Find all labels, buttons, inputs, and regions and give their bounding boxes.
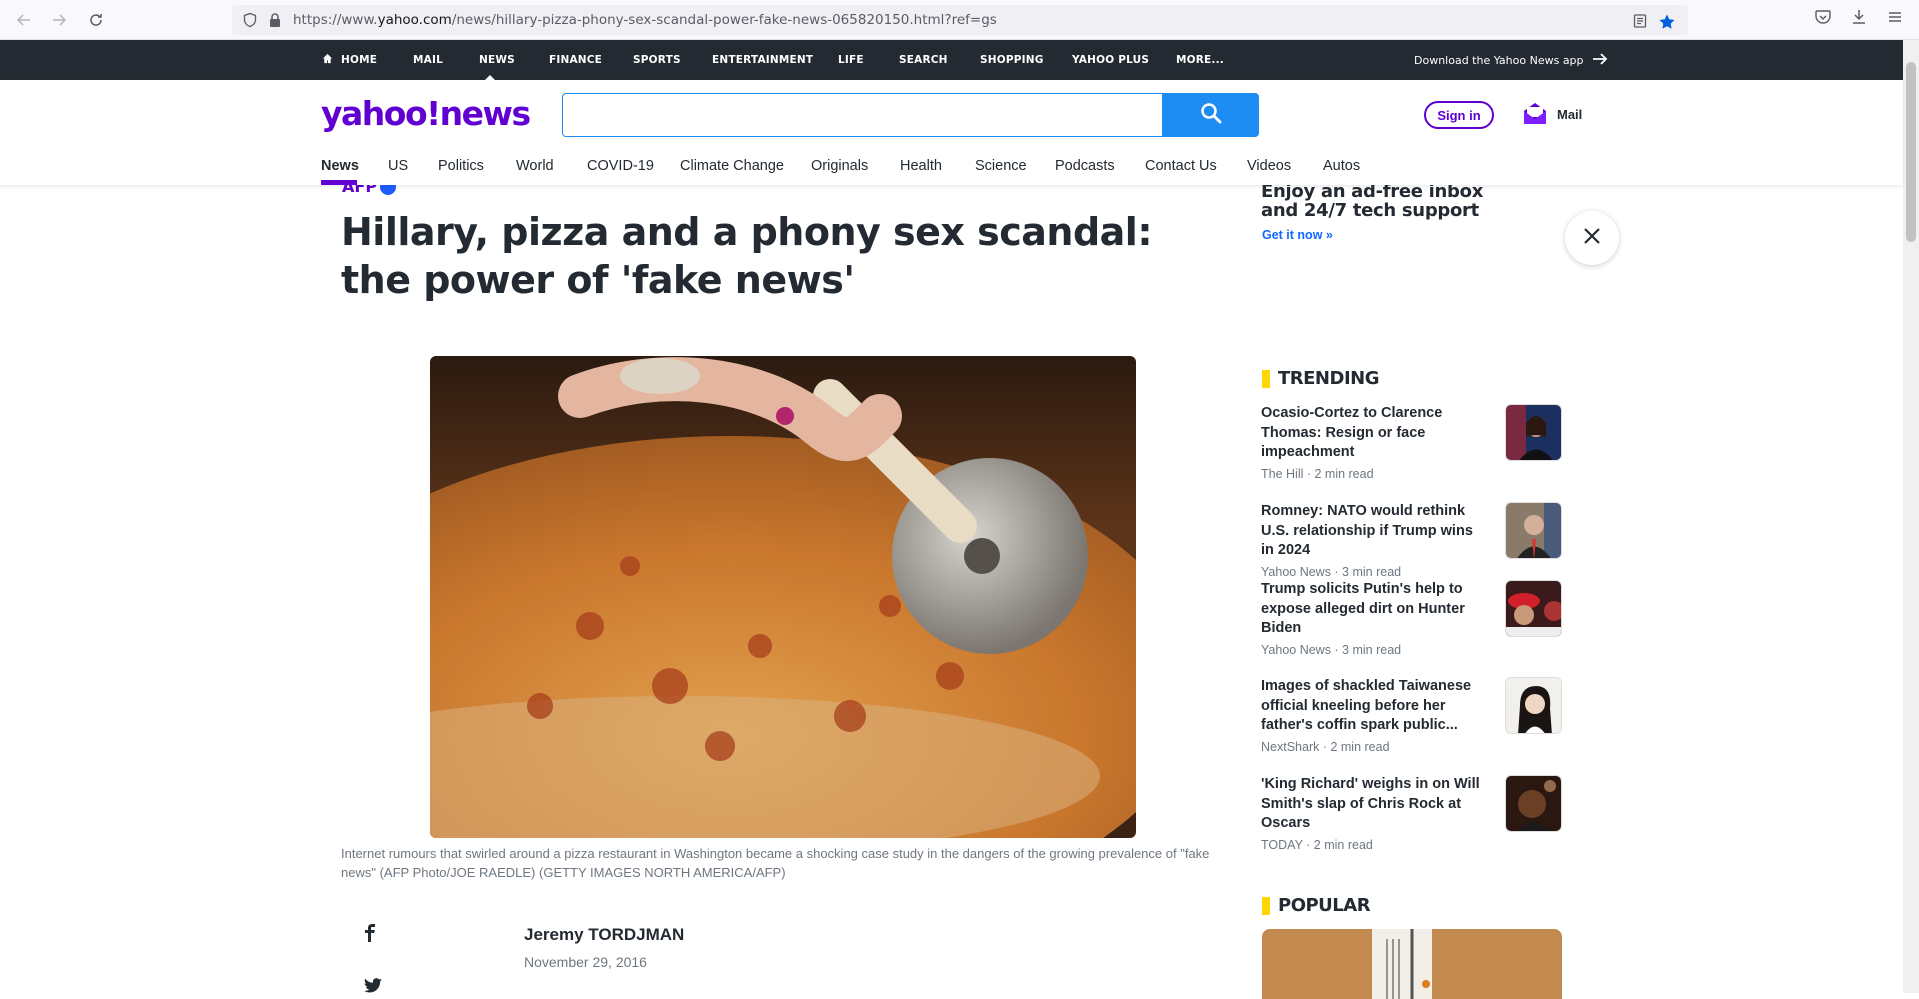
sign-in-button[interactable]: Sign in: [1424, 101, 1494, 129]
url-text: https://www.yahoo.com/news/hillary-pizza…: [293, 12, 997, 28]
popular-label: POPULAR: [1278, 895, 1371, 916]
trending-title[interactable]: Romney: NATO would rethink U.S. relation…: [1261, 502, 1483, 561]
popular-header: POPULAR: [1262, 895, 1371, 916]
page-scrollbar[interactable]: [1903, 40, 1919, 993]
trending-thumbnail[interactable]: [1505, 775, 1562, 832]
topnav-mail[interactable]: MAIL: [413, 54, 443, 66]
downloads-icon[interactable]: [1850, 8, 1868, 31]
trending-title[interactable]: 'King Richard' weighs in on Will Smith's…: [1261, 775, 1483, 834]
subnav-world[interactable]: World: [516, 158, 554, 174]
mail-icon[interactable]: [1522, 102, 1548, 131]
trending-title[interactable]: Images of shackled Taiwanese official kn…: [1261, 677, 1483, 736]
trending-meta: TODAY · 2 min read: [1261, 837, 1373, 852]
topnav-search[interactable]: SEARCH: [899, 54, 948, 66]
facebook-icon[interactable]: [364, 924, 376, 947]
publish-date: November 29, 2016: [524, 954, 647, 970]
arrow-right-icon: [1592, 53, 1608, 68]
subnav-politics[interactable]: Politics: [438, 158, 484, 174]
ad-cta-link[interactable]: Get it now »: [1262, 228, 1333, 242]
trending-meta: Yahoo News · 3 min read: [1261, 564, 1402, 579]
topnav-shopping[interactable]: SHOPPING: [980, 54, 1044, 66]
trending-thumbnail[interactable]: [1505, 677, 1562, 734]
search-input[interactable]: [562, 93, 1163, 137]
browser-toolbar: https://www.yahoo.com/news/hillary-pizza…: [0, 0, 1919, 40]
popular-story-image[interactable]: [1262, 929, 1562, 999]
subnav-news[interactable]: News: [321, 158, 359, 174]
yahoo-news-logo[interactable]: yahoo!news: [321, 94, 531, 133]
download-app-link[interactable]: Download the Yahoo News app: [1414, 53, 1608, 68]
pocket-icon[interactable]: [1814, 8, 1832, 31]
subnav-autos[interactable]: Autos: [1323, 158, 1360, 174]
trending-meta: Yahoo News · 3 min read: [1261, 642, 1402, 657]
site-header: yahoo!news Sign in Mail News US Politics…: [0, 80, 1903, 185]
lock-icon[interactable]: [268, 12, 282, 33]
trending-title[interactable]: Trump solicits Putin's help to expose al…: [1261, 580, 1483, 639]
subnav-covid-19[interactable]: COVID-19: [587, 158, 654, 174]
scrollbar-thumb[interactable]: [1906, 62, 1916, 242]
bookmark-star-icon[interactable]: [1658, 13, 1676, 36]
topnav-home[interactable]: HOME: [341, 54, 377, 66]
subnav-originals[interactable]: Originals: [811, 158, 868, 174]
download-app-label: Download the Yahoo News app: [1414, 54, 1584, 67]
section-accent-bar: [1262, 369, 1270, 388]
trending-item[interactable]: Ocasio-Cortez to Clarence Thomas: Resign…: [1261, 404, 1563, 481]
home-icon[interactable]: [322, 53, 333, 67]
section-accent-bar: [1262, 896, 1270, 915]
search-icon: [1200, 102, 1222, 129]
search-button[interactable]: [1162, 93, 1259, 137]
reader-view-icon[interactable]: [1632, 13, 1648, 34]
reload-icon[interactable]: [84, 8, 108, 32]
trending-meta: NextShark · 2 min read: [1261, 739, 1390, 754]
address-bar[interactable]: https://www.yahoo.com/news/hillary-pizza…: [232, 5, 1688, 35]
close-icon: [1583, 227, 1601, 250]
mail-link[interactable]: Mail: [1557, 107, 1582, 122]
tracking-shield-icon[interactable]: [242, 12, 258, 33]
trending-item[interactable]: Romney: NATO would rethink U.S. relation…: [1261, 502, 1563, 579]
topnav-sports[interactable]: SPORTS: [633, 54, 681, 66]
trending-label: TRENDING: [1278, 368, 1379, 389]
trending-meta: The Hill · 2 min read: [1261, 466, 1374, 481]
topnav-entertainment[interactable]: ENTERTAINMENT: [712, 54, 813, 66]
ad-headline[interactable]: Enjoy an ad-free inbox and 24/7 tech sup…: [1261, 182, 1521, 220]
topnav-yahoo-plus[interactable]: YAHOO PLUS: [1072, 54, 1149, 66]
trending-thumbnail[interactable]: [1505, 502, 1562, 559]
yahoo-global-nav: HOME MAIL NEWS FINANCE SPORTS ENTERTAINM…: [0, 40, 1903, 80]
author-name[interactable]: Jeremy TORDJMAN: [524, 925, 684, 945]
trending-thumbnail[interactable]: [1505, 404, 1562, 461]
topnav-more[interactable]: MORE...: [1176, 54, 1224, 66]
trending-item[interactable]: Images of shackled Taiwanese official kn…: [1261, 677, 1563, 754]
trending-thumbnail[interactable]: [1505, 580, 1562, 637]
trending-title[interactable]: Ocasio-Cortez to Clarence Thomas: Resign…: [1261, 404, 1483, 463]
subnav-active-indicator: [321, 180, 357, 185]
twitter-icon[interactable]: [364, 978, 382, 998]
article-headline: Hillary, pizza and a phony sex scandal: …: [341, 210, 1153, 302]
topnav-finance[interactable]: FINANCE: [549, 54, 602, 66]
forward-icon[interactable]: [47, 8, 71, 32]
subnav-climate-change[interactable]: Climate Change: [680, 158, 784, 174]
subnav-science[interactable]: Science: [975, 158, 1027, 174]
subnav-contact-us[interactable]: Contact Us: [1145, 158, 1217, 174]
topnav-life[interactable]: LIFE: [838, 54, 864, 66]
image-caption: Internet rumours that swirled around a p…: [341, 846, 1210, 880]
back-icon[interactable]: [12, 8, 36, 32]
subnav-videos[interactable]: Videos: [1247, 158, 1291, 174]
topnav-news[interactable]: NEWS: [479, 54, 515, 66]
article-hero-image[interactable]: [430, 356, 1136, 838]
close-ad-button[interactable]: [1565, 211, 1619, 265]
subnav-health[interactable]: Health: [900, 158, 942, 174]
trending-item[interactable]: Trump solicits Putin's help to expose al…: [1261, 580, 1563, 657]
trending-header: TRENDING: [1262, 368, 1379, 389]
subnav-podcasts[interactable]: Podcasts: [1055, 158, 1115, 174]
subnav-us[interactable]: US: [388, 158, 408, 174]
menu-icon[interactable]: [1886, 8, 1904, 31]
trending-item[interactable]: 'King Richard' weighs in on Will Smith's…: [1261, 775, 1563, 852]
